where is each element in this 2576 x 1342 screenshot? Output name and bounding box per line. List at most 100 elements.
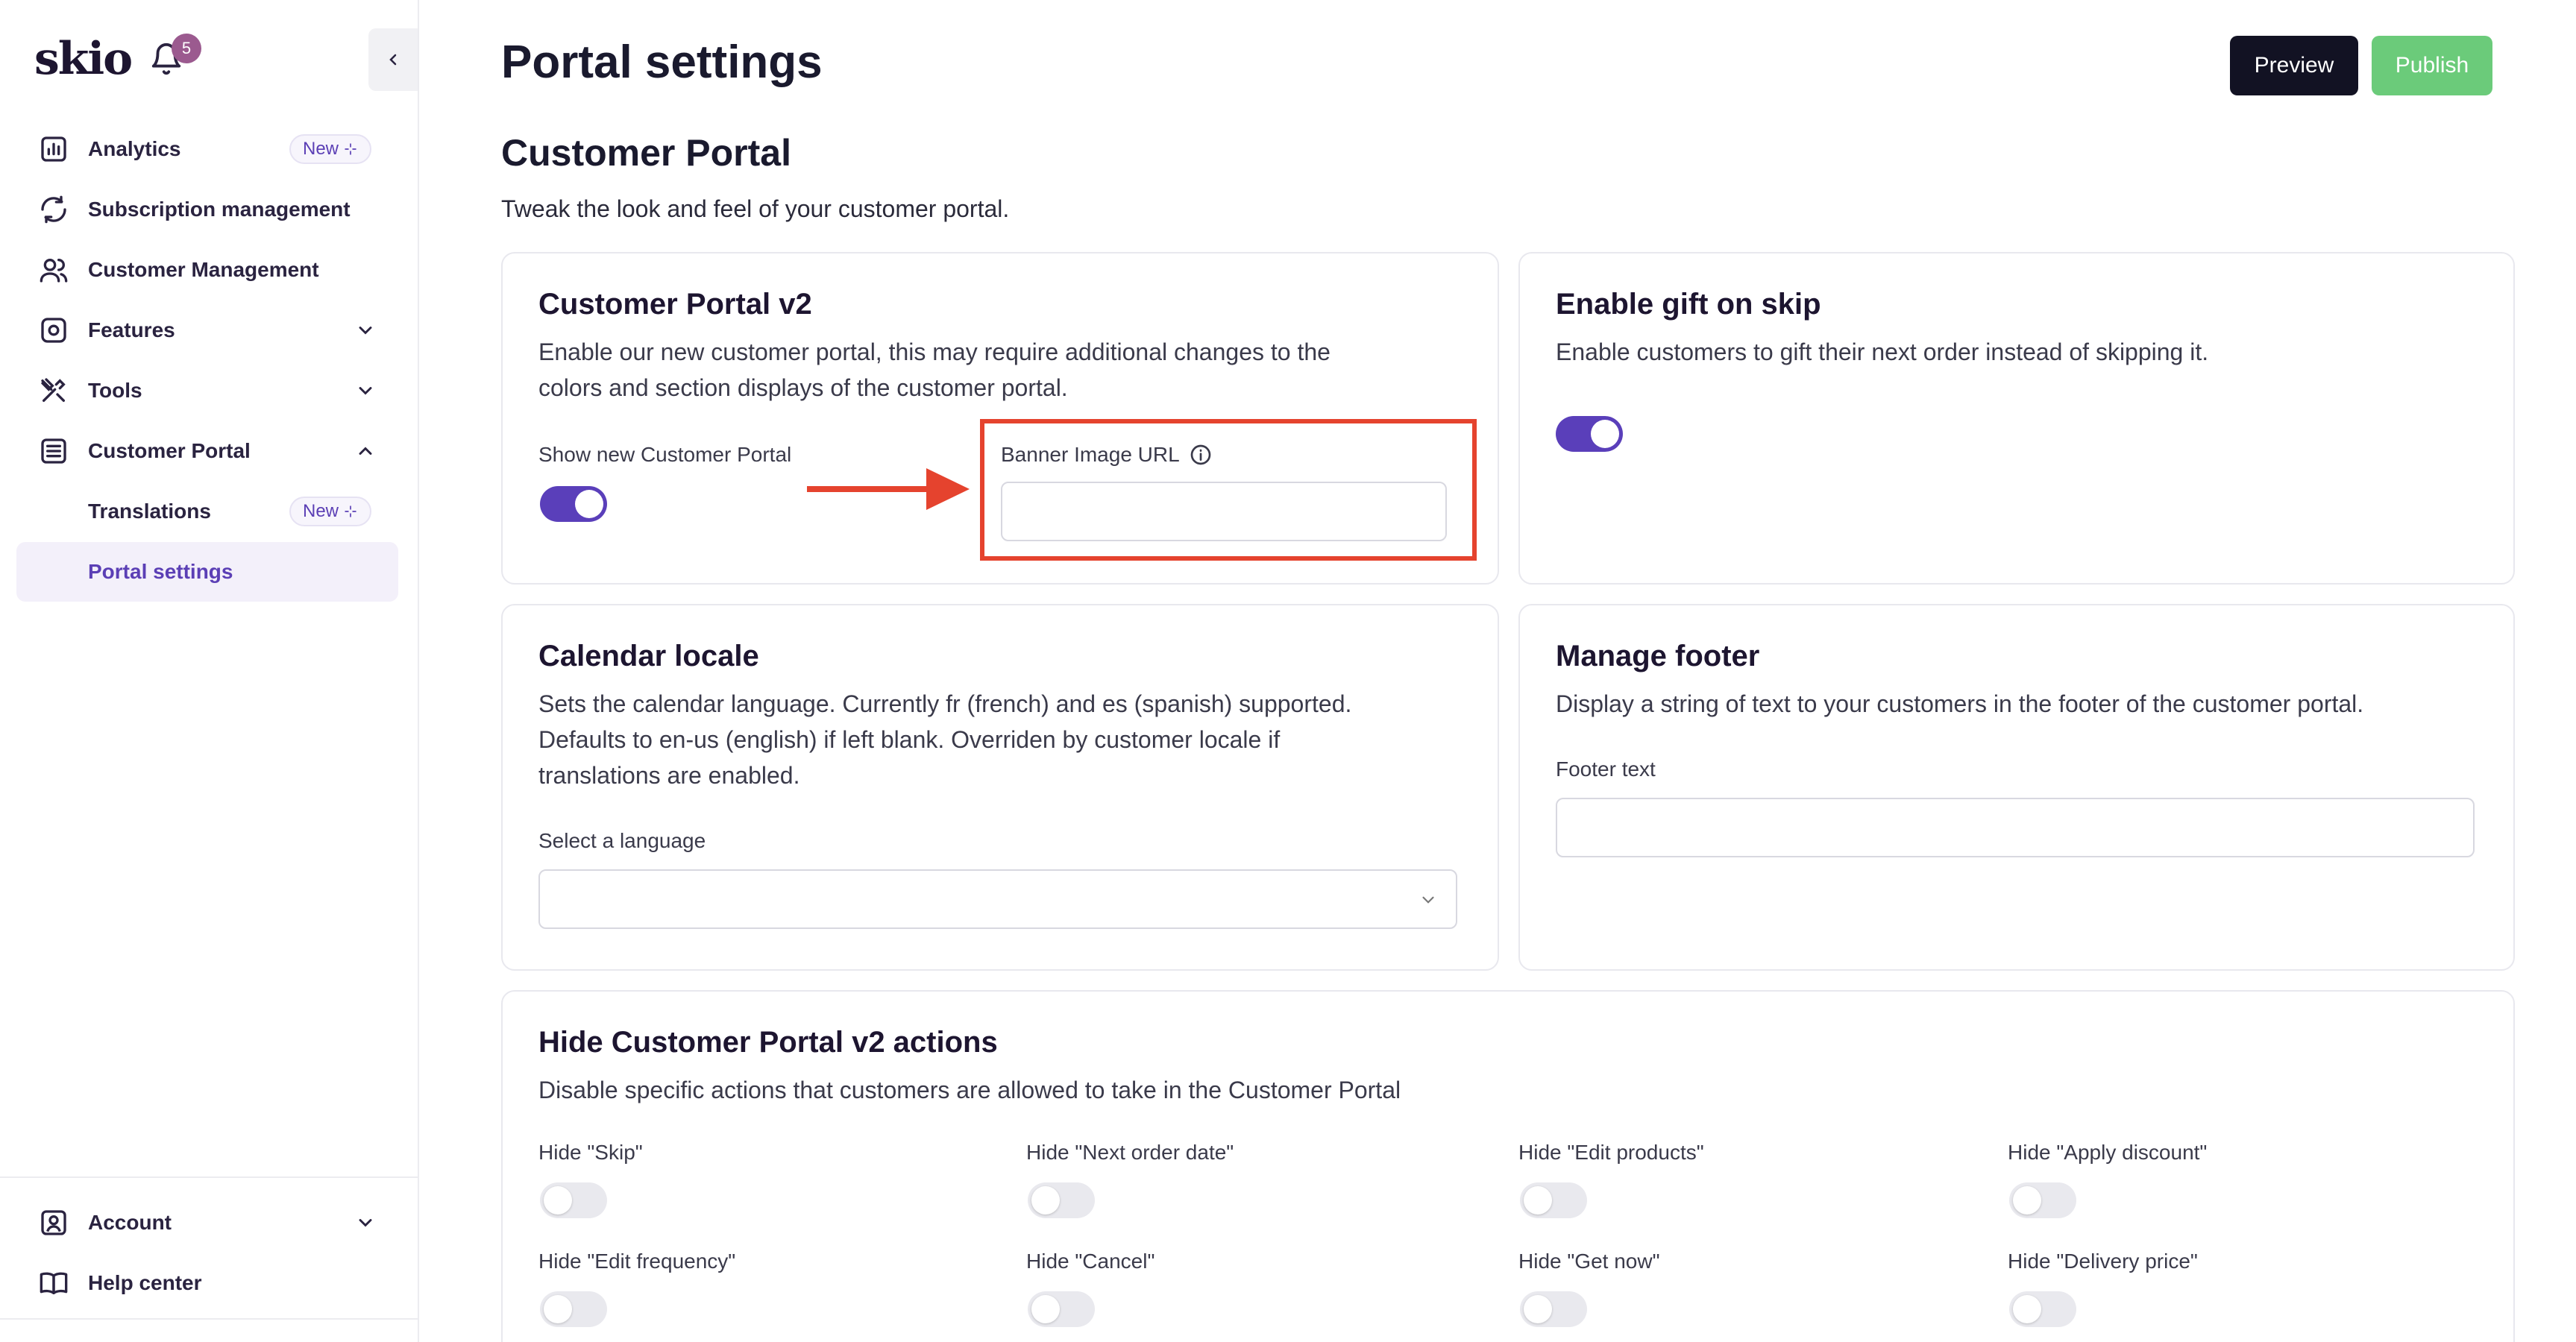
card-description: Enable customers to gift their next orde… — [1556, 338, 2209, 365]
sidebar-item-features[interactable]: Features — [16, 300, 398, 360]
sidebar-item-label: Analytics — [88, 137, 181, 160]
sidebar-item-label: Features — [88, 318, 175, 341]
toggle-knob — [1524, 1186, 1552, 1215]
new-badge-label: New — [303, 501, 339, 521]
hide-edit-frequency-label: Hide "Edit frequency" — [538, 1250, 736, 1273]
card-title: Customer Portal v2 — [538, 288, 812, 321]
book-icon — [40, 1272, 68, 1294]
gear-icon — [41, 318, 66, 343]
hide-apply-discount-toggle[interactable] — [2009, 1182, 2076, 1218]
card-description-line: translations are enabled. — [538, 762, 800, 789]
chevron-down-icon — [359, 387, 372, 395]
manage-footer-card: Manage footer Display a string of text t… — [1518, 604, 2515, 971]
sidebar-item-subscription-management[interactable]: Subscription management — [16, 180, 398, 239]
show-new-portal-label: Show new Customer Portal — [538, 443, 792, 466]
card-description: Enable our new customer portal, this may… — [538, 334, 1331, 406]
card-description: Sets the calendar language. Currently fr… — [538, 686, 1351, 793]
sidebar-item-label: Customer Portal — [88, 439, 251, 462]
toggle-knob — [1031, 1295, 1060, 1323]
hide-next-order-date-label: Hide "Next order date" — [1026, 1141, 1234, 1164]
preview-button[interactable]: Preview — [2230, 36, 2358, 95]
hide-edit-frequency-toggle[interactable] — [540, 1291, 607, 1327]
hide-edit-products-label: Hide "Edit products" — [1518, 1141, 1704, 1164]
card-description-line: Defaults to en-us (english) if left blan… — [538, 726, 1281, 753]
page-title: Portal settings — [501, 37, 823, 88]
section-title: Customer Portal — [501, 132, 791, 174]
account-icon — [41, 1210, 66, 1235]
arrow-right-icon — [807, 468, 970, 510]
toggle-knob — [544, 1186, 572, 1215]
sidebar: skio 5 Analytics New Subscription manage… — [0, 0, 419, 1342]
chevron-down-icon — [359, 1219, 372, 1227]
sidebar-item-label: Translations — [88, 500, 211, 523]
hide-cancel-label: Hide "Cancel" — [1026, 1250, 1155, 1273]
chevron-down-icon — [359, 327, 372, 335]
show-new-portal-toggle[interactable] — [540, 486, 607, 522]
footer-text-input[interactable] — [1556, 798, 2475, 857]
hide-skip-toggle[interactable] — [540, 1182, 607, 1218]
card-title: Calendar locale — [538, 640, 759, 672]
toggle-knob — [2013, 1186, 2041, 1215]
card-description-line: colors and section displays of the custo… — [538, 374, 1068, 401]
sidebar-item-label: Tools — [88, 379, 142, 402]
card-title: Hide Customer Portal v2 actions — [538, 1026, 998, 1059]
sidebar-item-customer-portal[interactable]: Customer Portal — [16, 421, 398, 481]
select-language-label: Select a language — [538, 829, 706, 852]
sidebar-item-analytics[interactable]: Analytics New — [16, 119, 398, 179]
skio-logo[interactable]: skio — [34, 33, 133, 85]
hide-get-now-toggle[interactable] — [1520, 1291, 1587, 1327]
sidebar-item-portal-settings[interactable]: Portal settings — [16, 542, 398, 602]
new-badge: New — [289, 497, 372, 526]
sidebar-item-tools[interactable]: Tools — [16, 361, 398, 420]
users-icon — [40, 259, 68, 283]
hide-delivery-price-label: Hide "Delivery price" — [2008, 1250, 2198, 1273]
language-select[interactable] — [538, 869, 1457, 929]
new-badge: New — [289, 134, 372, 164]
hide-apply-discount-label: Hide "Apply discount" — [2008, 1141, 2208, 1164]
sidebar-item-help-center[interactable]: Help center — [16, 1253, 398, 1313]
publish-button[interactable]: Publish — [2372, 36, 2492, 95]
calendar-locale-card: Calendar locale Sets the calendar langua… — [501, 604, 1499, 971]
portal-icon — [41, 438, 66, 464]
toggle-knob — [1031, 1186, 1060, 1215]
tools-icon — [41, 378, 66, 402]
hide-next-order-date-toggle[interactable] — [1028, 1182, 1095, 1218]
sidebar-divider — [0, 1176, 419, 1178]
notification-badge: 5 — [172, 34, 201, 63]
card-description-line: Sets the calendar language. Currently fr… — [538, 690, 1352, 717]
card-description: Display a string of text to your custome… — [1556, 690, 2364, 717]
highlight-annotation-box — [980, 419, 1477, 561]
hide-cancel-toggle[interactable] — [1028, 1291, 1095, 1327]
sidebar-item-account[interactable]: Account — [16, 1193, 398, 1253]
sidebar-item-translations[interactable]: Translations New — [16, 482, 398, 541]
chevron-down-icon — [1422, 896, 1434, 904]
refresh-icon — [41, 195, 66, 224]
section-description: Tweak the look and feel of your customer… — [501, 195, 1010, 222]
enable-gift-on-skip-card: Enable gift on skip Enable customers to … — [1518, 252, 2515, 585]
new-badge-label: New — [303, 139, 339, 159]
card-title: Manage footer — [1556, 640, 1760, 672]
chevron-left-icon — [389, 54, 397, 66]
sparkle-icon — [345, 143, 356, 155]
toggle-knob — [544, 1295, 572, 1323]
hide-get-now-label: Hide "Get now" — [1518, 1250, 1660, 1273]
toggle-knob — [575, 490, 603, 518]
footer-text-label: Footer text — [1556, 757, 1656, 781]
enable-gift-toggle[interactable] — [1556, 416, 1623, 452]
sidebar-item-customer-management[interactable]: Customer Management — [16, 240, 398, 300]
hide-skip-label: Hide "Skip" — [538, 1141, 643, 1164]
hide-edit-products-toggle[interactable] — [1520, 1182, 1587, 1218]
sparkle-icon — [345, 505, 356, 517]
hide-delivery-price-toggle[interactable] — [2009, 1291, 2076, 1327]
sidebar-divider — [0, 1318, 419, 1320]
chevron-up-icon — [359, 447, 372, 455]
bar-chart-icon — [41, 136, 66, 162]
sidebar-item-label: Portal settings — [88, 560, 233, 583]
card-title: Enable gift on skip — [1556, 288, 1821, 321]
sidebar-item-label: Customer Management — [88, 258, 319, 281]
toggle-knob — [2013, 1295, 2041, 1323]
card-description: Disable specific actions that customers … — [538, 1077, 1401, 1103]
collapse-sidebar-button[interactable] — [368, 28, 418, 91]
sidebar-item-label: Account — [88, 1211, 172, 1234]
sidebar-item-label: Help center — [88, 1271, 202, 1294]
